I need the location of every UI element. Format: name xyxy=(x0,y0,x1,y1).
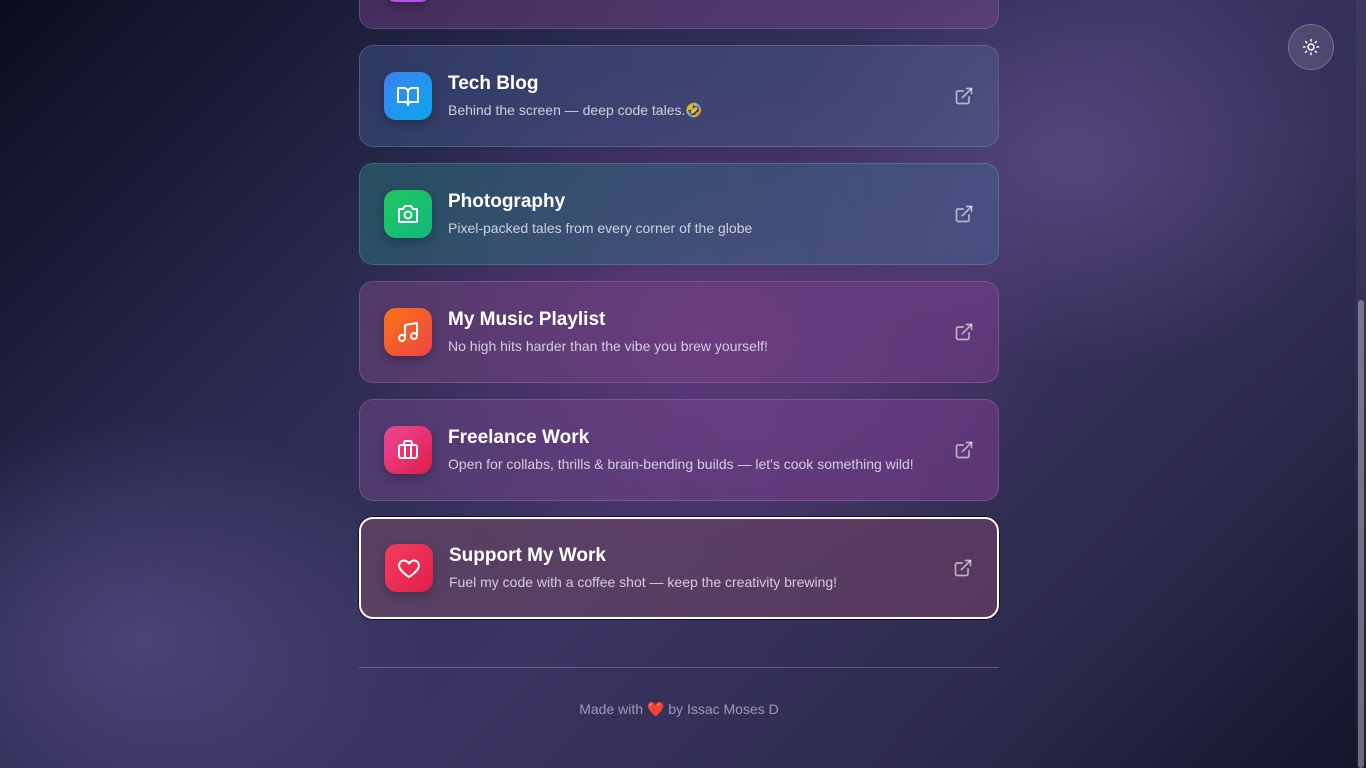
footer-heart-icon: ❤️ xyxy=(646,701,665,717)
link-description: Open for collabs, thrills & brain-bendin… xyxy=(448,456,914,472)
camera-icon xyxy=(384,190,432,238)
link-text: My Music Playlist No high hits harder th… xyxy=(448,308,768,356)
link-card-photography[interactable]: Photography Pixel-packed tales from ever… xyxy=(359,163,999,265)
link-card-top[interactable] xyxy=(359,0,999,29)
link-title: Support My Work xyxy=(449,545,606,566)
link-title: My Music Playlist xyxy=(448,309,606,330)
link-card-support-my-work[interactable]: Support My Work Fuel my code with a coff… xyxy=(359,517,999,619)
music-note-icon xyxy=(384,308,432,356)
external-link-icon xyxy=(955,323,973,341)
link-title: Photography xyxy=(448,191,566,212)
link-text: Photography Pixel-packed tales from ever… xyxy=(448,190,752,238)
briefcase-icon xyxy=(384,426,432,474)
theme-toggle-button[interactable] xyxy=(1288,24,1334,70)
link-description: Fuel my code with a coffee shot — keep t… xyxy=(449,574,838,590)
footer-author: by Issac Moses D xyxy=(668,701,779,717)
external-link-icon xyxy=(954,559,972,577)
footer-divider xyxy=(359,667,999,668)
link-card-tech-blog[interactable]: Tech Blog Behind the screen — deep code … xyxy=(359,45,999,147)
link-title: Freelance Work xyxy=(448,427,590,448)
link-card-music-playlist[interactable]: My Music Playlist No high hits harder th… xyxy=(359,281,999,383)
link-text: Tech Blog Behind the screen — deep code … xyxy=(448,72,703,120)
external-link-icon xyxy=(955,87,973,105)
scrollbar-thumb[interactable] xyxy=(1358,300,1364,768)
footer: Made with ❤️ by Issac Moses D xyxy=(359,701,999,718)
link-title: Tech Blog xyxy=(448,73,539,94)
link-card-freelance-work[interactable]: Freelance Work Open for collabs, thrills… xyxy=(359,399,999,501)
book-open-icon xyxy=(384,72,432,120)
links-list: Tech Blog Behind the screen — deep code … xyxy=(359,0,999,635)
link-icon xyxy=(384,0,432,2)
sun-icon xyxy=(1302,38,1320,56)
link-text: Support My Work Fuel my code with a coff… xyxy=(449,544,837,592)
page-scrollbar[interactable] xyxy=(1356,0,1366,768)
link-description: Pixel-packed tales from every corner of … xyxy=(448,220,753,236)
external-link-icon xyxy=(955,441,973,459)
link-description: No high hits harder than the vibe you br… xyxy=(448,338,768,354)
link-description: Behind the screen — deep code tales.🤣 xyxy=(448,102,703,118)
footer-prefix: Made with xyxy=(579,701,644,717)
heart-icon xyxy=(385,544,433,592)
external-link-icon xyxy=(955,205,973,223)
link-text: Freelance Work Open for collabs, thrills… xyxy=(448,426,914,474)
